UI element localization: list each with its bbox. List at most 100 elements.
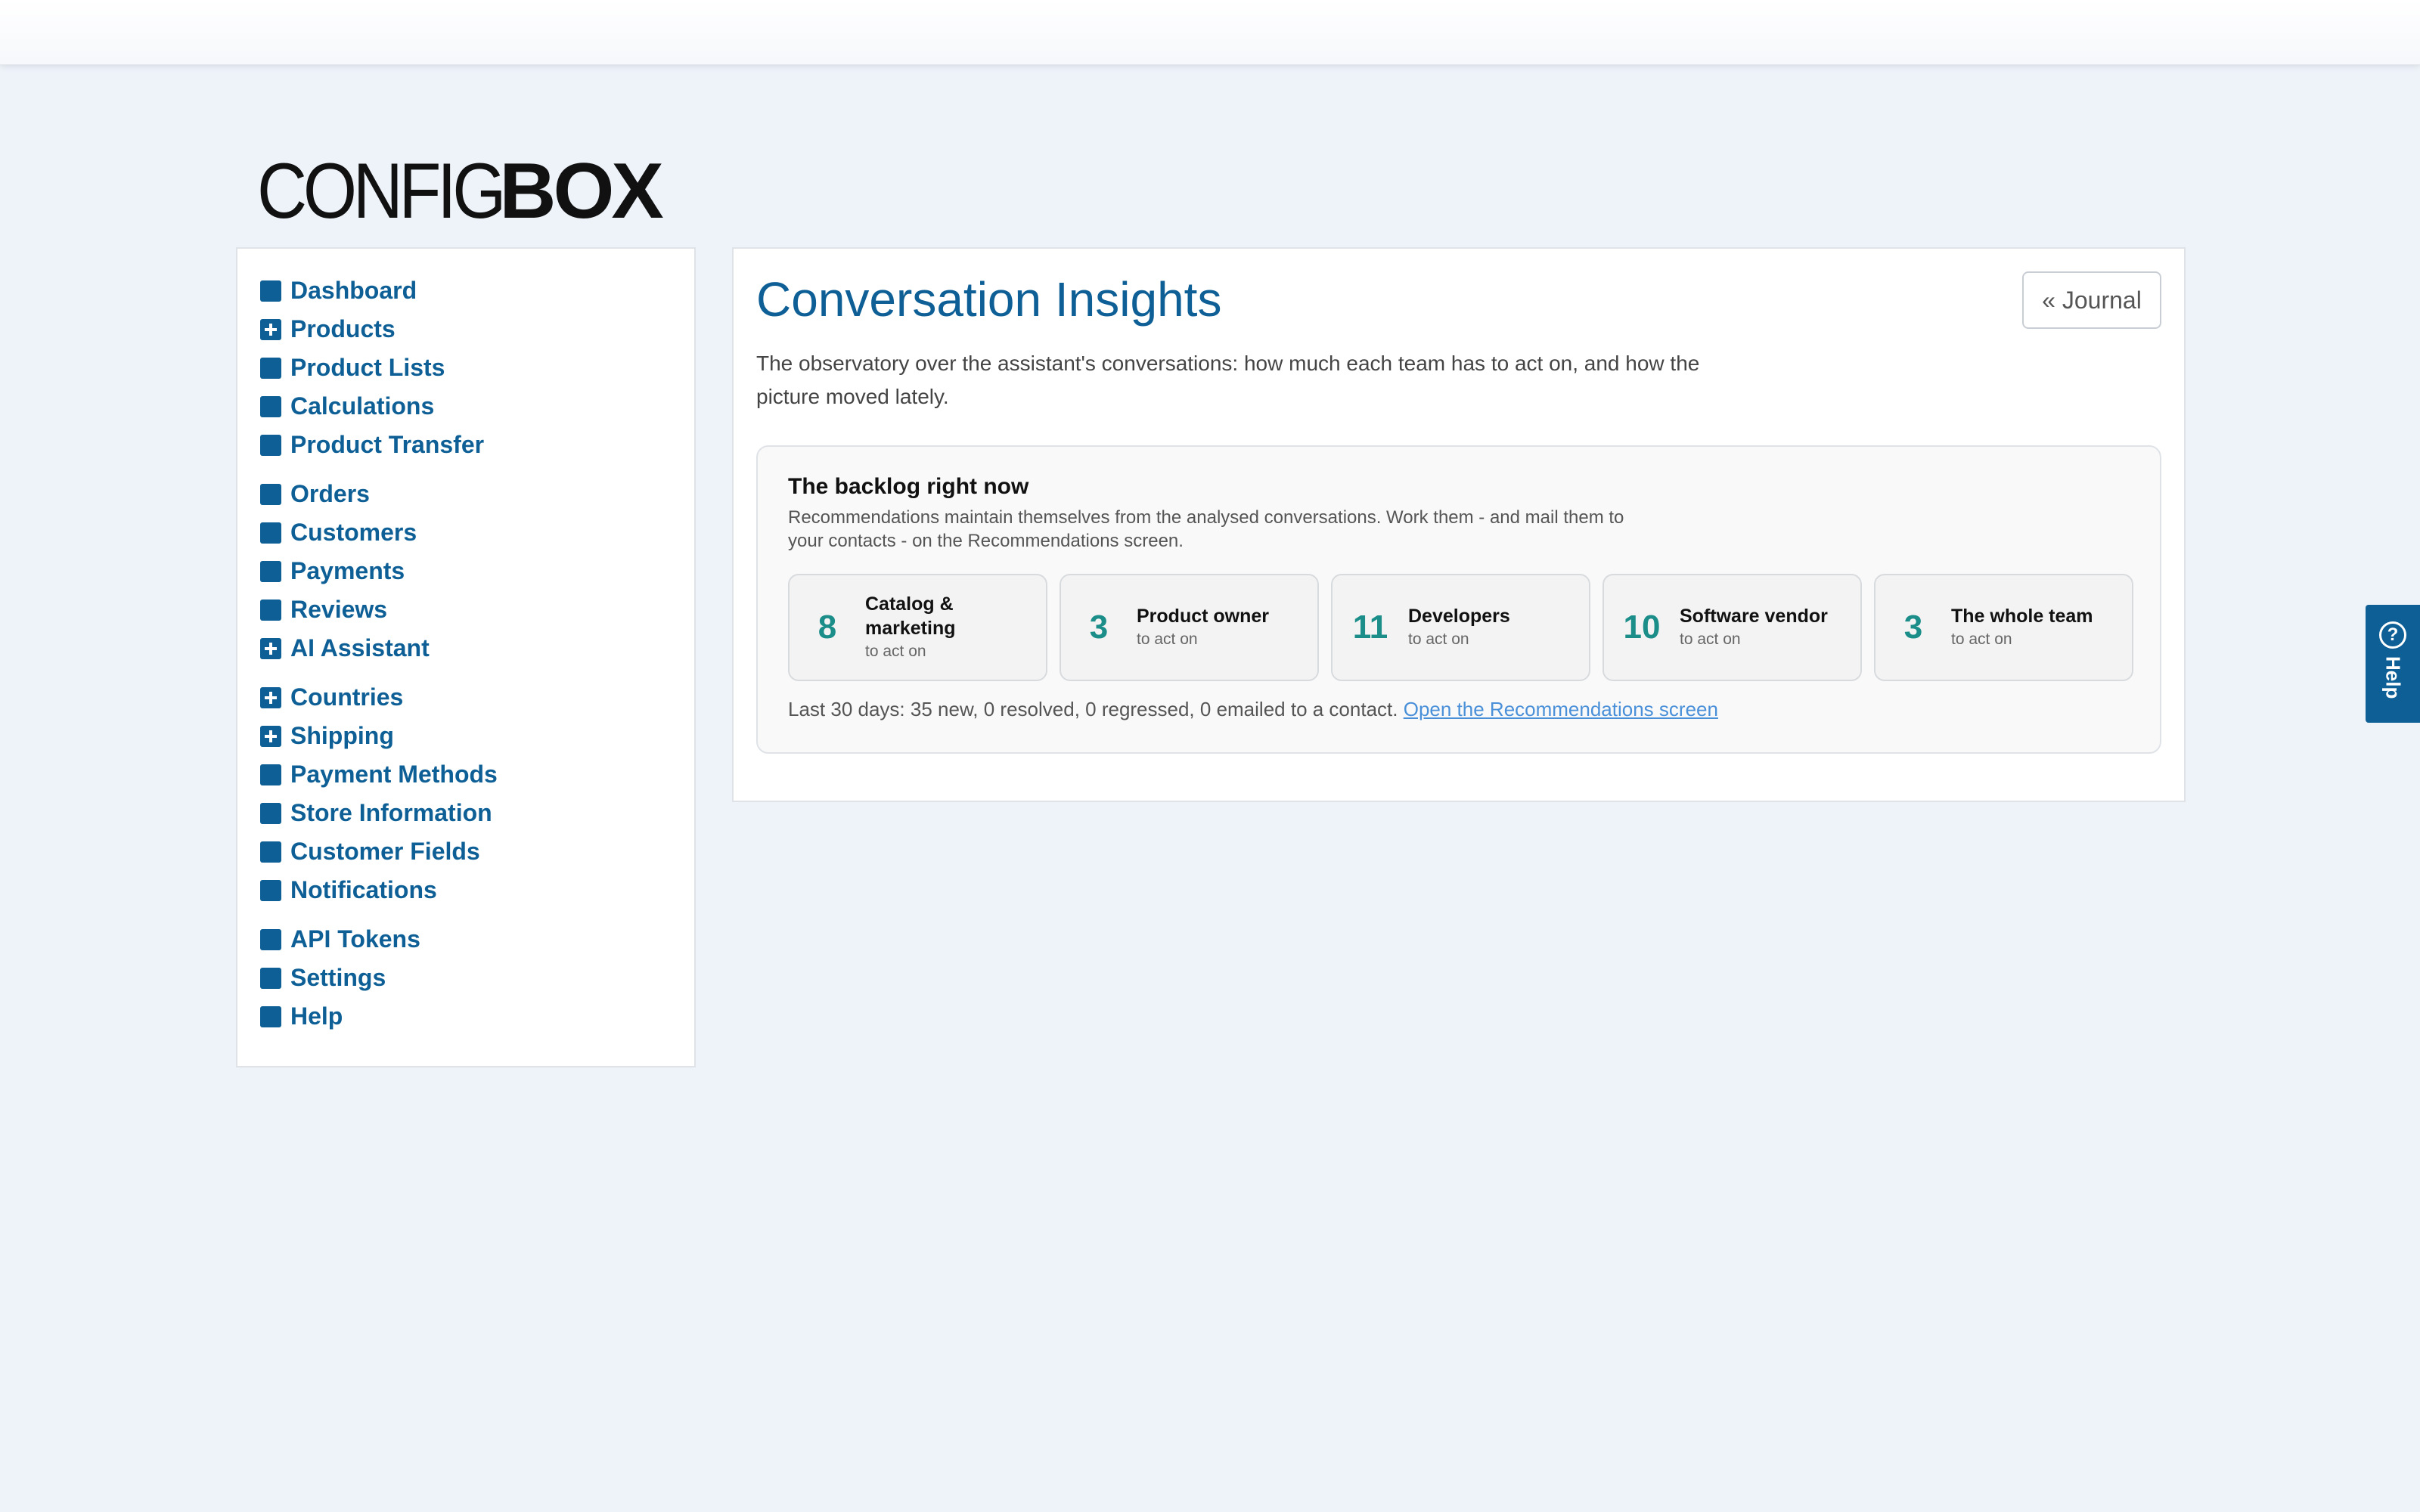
square-icon bbox=[260, 599, 281, 621]
journal-button[interactable]: « Journal bbox=[2022, 271, 2161, 329]
square-icon bbox=[260, 280, 281, 302]
sidebar-item-label: Products bbox=[290, 315, 396, 342]
backlog-description: Recommendations maintain themselves from… bbox=[788, 507, 1624, 551]
sidebar-item-label: Product Lists bbox=[290, 354, 445, 381]
sidebar-item-ai-assistant[interactable]: AI Assistant bbox=[260, 629, 694, 668]
team-card-count: 8 bbox=[818, 609, 837, 646]
sidebar-item-label: Product Transfer bbox=[290, 431, 485, 458]
sidebar-item-label: Help bbox=[290, 1002, 343, 1030]
help-tab[interactable]: ? Help bbox=[2366, 605, 2420, 723]
top-bar bbox=[0, 0, 2420, 65]
team-card-count: 3 bbox=[1089, 609, 1109, 646]
square-icon bbox=[260, 928, 281, 950]
sidebar-item-orders[interactable]: Orders bbox=[260, 475, 694, 513]
square-icon bbox=[260, 1005, 281, 1027]
help-tab-label: Help bbox=[2381, 656, 2405, 699]
sidebar-item-payment-methods[interactable]: Payment Methods bbox=[260, 755, 694, 794]
page-title: Conversation Insights bbox=[756, 272, 1222, 327]
sidebar-item-customers[interactable]: Customers bbox=[260, 513, 694, 552]
sidebar-item-product-lists[interactable]: Product Lists bbox=[260, 349, 694, 387]
team-card-name: The whole team bbox=[1951, 606, 2093, 627]
sidebar-item-dashboard[interactable]: Dashboard bbox=[260, 271, 694, 310]
sidebar-item-shipping[interactable]: Shipping bbox=[260, 717, 694, 755]
backlog-title: The backlog right now bbox=[788, 474, 1029, 499]
plus-square-icon[interactable] bbox=[260, 318, 281, 340]
sidebar-item-label: Store Information bbox=[290, 799, 492, 826]
sidebar-item-label: API Tokens bbox=[290, 925, 420, 953]
sidebar-item-api-tokens[interactable]: API Tokens bbox=[260, 920, 694, 959]
team-card-text: The whole team to act on bbox=[1951, 604, 2093, 651]
sidebar-item-label: Notifications bbox=[290, 876, 437, 903]
sidebar-item-settings[interactable]: Settings bbox=[260, 959, 694, 997]
sidebar-group: Orders Customers Payments Reviews AI Assista… bbox=[260, 475, 694, 668]
sidebar-item-calculations[interactable]: Calculations bbox=[260, 387, 694, 426]
sidebar-item-label: Settings bbox=[290, 964, 386, 991]
team-card-text: Catalog & marketing to act on bbox=[865, 592, 1046, 663]
square-icon bbox=[260, 560, 281, 582]
square-icon bbox=[260, 764, 281, 785]
sidebar-item-label: Payment Methods bbox=[290, 761, 498, 788]
sidebar-item-label: AI Assistant bbox=[290, 634, 430, 662]
sidebar-item-label: Customers bbox=[290, 519, 417, 546]
team-card-text: Software vendor to act on bbox=[1680, 604, 1828, 651]
team-card-count: 10 bbox=[1623, 609, 1661, 646]
recommendations-link[interactable]: Open the Recommendations screen bbox=[1404, 698, 1718, 720]
backlog-panel: The backlog right now Recommendations ma… bbox=[756, 445, 2161, 754]
team-card[interactable]: 3 The whole team to act on bbox=[1874, 574, 2133, 681]
configbox-logo: CONFIGBOX bbox=[257, 147, 664, 235]
sidebar-item-label: Shipping bbox=[290, 722, 394, 749]
sidebar-item-payments[interactable]: Payments bbox=[260, 552, 694, 590]
team-card-count: 3 bbox=[1903, 609, 1923, 646]
sidebar-item-label: Countries bbox=[290, 683, 404, 711]
team-card[interactable]: 11 Developers to act on bbox=[1331, 574, 1590, 681]
sidebar-item-notifications[interactable]: Notifications bbox=[260, 871, 694, 909]
square-icon bbox=[260, 802, 281, 824]
sidebar-item-reviews[interactable]: Reviews bbox=[260, 590, 694, 629]
team-card[interactable]: 10 Software vendor to act on bbox=[1602, 574, 1862, 681]
team-card-name: Developers bbox=[1408, 606, 1510, 627]
square-icon bbox=[260, 434, 281, 456]
team-card-name: Product owner bbox=[1137, 606, 1270, 627]
summary-text: Last 30 days: 35 new, 0 resolved, 0 regr… bbox=[788, 698, 1398, 720]
sidebar-item-label: Reviews bbox=[290, 596, 388, 623]
team-card-name: Software vendor bbox=[1680, 606, 1828, 627]
team-card-sub: to act on bbox=[1680, 631, 1741, 648]
question-circle-icon: ? bbox=[2379, 621, 2406, 649]
team-card[interactable]: 8 Catalog & marketing to act on bbox=[788, 574, 1047, 681]
square-icon bbox=[260, 483, 281, 505]
page-intro: The observatory over the assistant's con… bbox=[756, 352, 1700, 408]
main-panel: Conversation Insights « Journal The obse… bbox=[732, 247, 2186, 802]
team-card-sub: to act on bbox=[1137, 631, 1198, 648]
plus-square-icon[interactable] bbox=[260, 725, 281, 747]
sidebar-item-help[interactable]: Help bbox=[260, 997, 694, 1036]
plus-square-icon[interactable] bbox=[260, 637, 281, 659]
team-card-name: Catalog & marketing bbox=[865, 593, 956, 639]
team-card-text: Product owner to act on bbox=[1137, 604, 1269, 651]
square-icon bbox=[260, 522, 281, 544]
team-card-sub: to act on bbox=[1951, 631, 2012, 648]
square-icon bbox=[260, 967, 281, 989]
sidebar-item-countries[interactable]: Countries bbox=[260, 678, 694, 717]
sidebar-group: Dashboard Products Product Lists Calculatio… bbox=[260, 271, 694, 464]
team-cards: 8 Catalog & marketing to act on 3 Product ow… bbox=[788, 574, 2133, 681]
square-icon bbox=[260, 841, 281, 863]
sidebar-item-products[interactable]: Products bbox=[260, 310, 694, 349]
plus-square-icon[interactable] bbox=[260, 686, 281, 708]
team-card-count: 11 bbox=[1352, 609, 1388, 646]
sidebar-item-label: Customer Fields bbox=[290, 838, 480, 865]
sidebar-nav: Dashboard Products Product Lists Calculatio… bbox=[236, 247, 696, 1067]
sidebar-item-label: Payments bbox=[290, 557, 405, 584]
sidebar-item-store-information[interactable]: Store Information bbox=[260, 794, 694, 832]
sidebar-item-product-transfer[interactable]: Product Transfer bbox=[260, 426, 694, 464]
sidebar-item-customer-fields[interactable]: Customer Fields bbox=[260, 832, 694, 871]
team-card-text: Developers to act on bbox=[1408, 604, 1510, 651]
square-icon bbox=[260, 357, 281, 379]
sidebar-item-label: Calculations bbox=[290, 392, 435, 420]
square-icon bbox=[260, 879, 281, 901]
square-icon bbox=[260, 395, 281, 417]
team-card-sub: to act on bbox=[865, 643, 926, 660]
backlog-summary: Last 30 days: 35 new, 0 resolved, 0 regr… bbox=[788, 698, 1718, 721]
sidebar-item-label: Orders bbox=[290, 480, 370, 507]
team-card[interactable]: 3 Product owner to act on bbox=[1060, 574, 1319, 681]
sidebar-group: API Tokens Settings Help bbox=[260, 920, 694, 1036]
